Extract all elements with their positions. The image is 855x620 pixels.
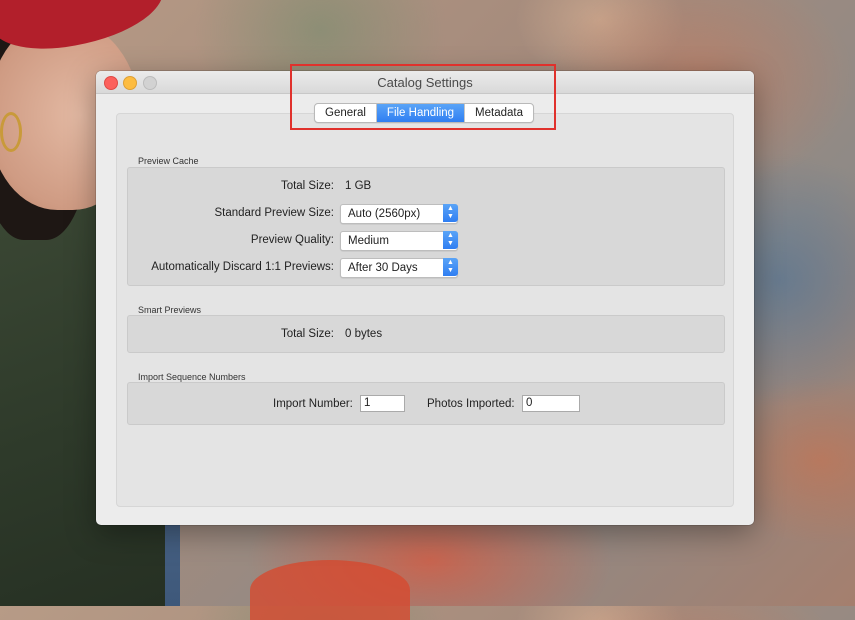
import-sequence-heading: Import Sequence Numbers [138,372,246,382]
catalog-settings-dialog: Catalog Settings Preview Cache Total Siz… [96,71,754,525]
settings-panel: Preview Cache Total Size: 1 GB Standard … [116,113,734,507]
discard-previews-label: Automatically Discard 1:1 Previews: [151,261,334,273]
smart-previews-heading: Smart Previews [138,305,202,315]
import-sequence-group: Import Number: 1 Photos Imported: 0 [127,382,725,425]
smart-previews-total-size-row: Total Size: 0 bytes [128,325,724,343]
preview-quality-value: Medium [348,235,389,247]
photos-imported-label: Photos Imported: [427,398,515,410]
smart-total-size-label: Total Size: [280,328,334,340]
import-number-input[interactable]: 1 [360,395,405,412]
smart-total-size-value: 0 bytes [345,328,383,340]
background-paint-splash [250,560,410,620]
total-size-label: Total Size: [280,180,334,192]
person-earring [0,112,22,152]
updown-arrows-icon: ▲ ▼ [443,258,458,276]
preview-cache-heading: Preview Cache [138,156,199,166]
updown-arrows-icon: ▲ ▼ [443,204,458,222]
standard-preview-size-label: Standard Preview Size: [214,207,334,219]
standard-preview-size-select[interactable]: Auto (2560px) ▲ ▼ [340,204,458,224]
import-number-label: Import Number: [273,398,353,410]
smart-previews-group: Total Size: 0 bytes [127,315,725,353]
updown-arrows-icon: ▲ ▼ [443,231,458,249]
standard-preview-size-value: Auto (2560px) [348,208,421,220]
annotation-highlight-box [290,64,556,130]
preview-quality-row: Preview Quality: Medium ▲ ▼ [128,231,724,251]
discard-previews-row: Automatically Discard 1:1 Previews: Afte… [128,258,724,278]
total-size-value: 1 GB [345,180,372,192]
discard-previews-select[interactable]: After 30 Days ▲ ▼ [340,258,458,278]
preview-cache-total-size-row: Total Size: 1 GB [128,177,724,195]
preview-cache-group: Total Size: 1 GB Standard Preview Size: … [127,167,725,286]
standard-preview-size-row: Standard Preview Size: Auto (2560px) ▲ ▼ [128,204,724,224]
preview-quality-select[interactable]: Medium ▲ ▼ [340,231,458,251]
photos-imported-input[interactable]: 0 [522,395,580,412]
discard-previews-value: After 30 Days [348,262,418,274]
preview-quality-label: Preview Quality: [250,234,334,246]
